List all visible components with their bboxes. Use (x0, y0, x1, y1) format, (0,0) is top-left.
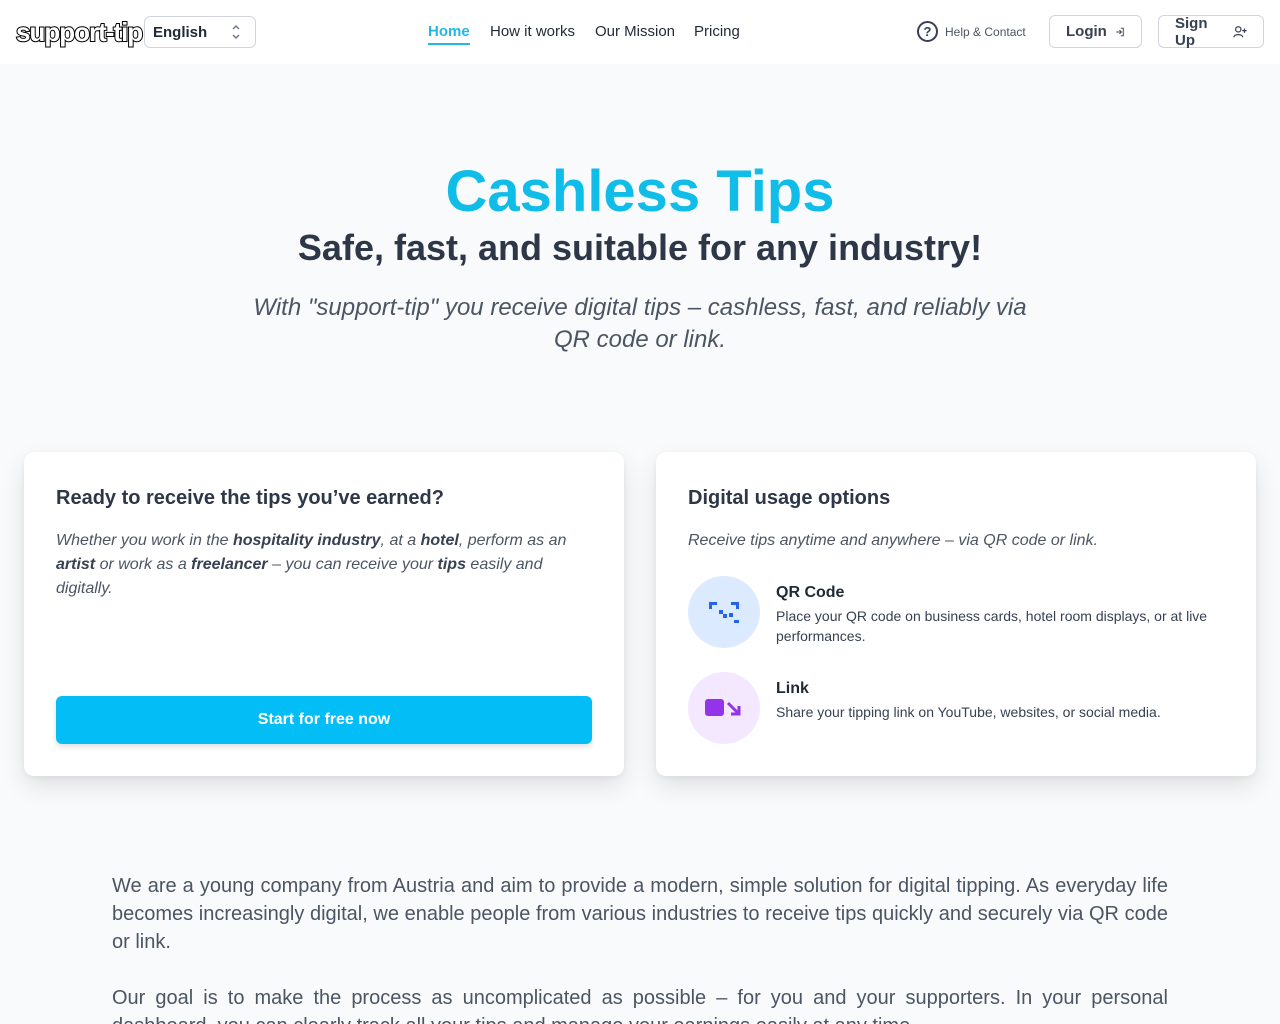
hero-subtitle: Safe, fast, and suitable for any industr… (297, 227, 983, 268)
hero-title: Cashless Tips (445, 159, 835, 224)
qr-code-icon (688, 576, 760, 648)
option-qr-title: QR Code (776, 584, 845, 601)
usage-options-card: Digital usage options Receive tips anyti… (656, 452, 1256, 776)
video-link-icon (688, 672, 760, 744)
login-label: Login (1066, 23, 1107, 40)
option-link: Link Share your tipping link on YouTube,… (688, 672, 1228, 744)
usage-options-title: Digital usage options (688, 487, 891, 509)
option-link-title: Link (776, 680, 809, 697)
ready-card: Ready to receive the tips you’ve earned?… (24, 452, 624, 776)
user-plus-icon (1233, 25, 1247, 37)
language-select[interactable]: English (144, 16, 256, 48)
start-free-button[interactable]: Start for free now (56, 696, 592, 744)
top-navbar: support-tip English Home How it works Ou… (0, 0, 1280, 64)
help-contact-link[interactable]: ? Help & Contact (917, 21, 1026, 42)
hero-description: With "support-tip" you receive digital t… (253, 294, 1027, 353)
nav-our-mission[interactable]: Our Mission (595, 23, 675, 40)
about-paragraph-2: Our goal is to make the process as uncom… (112, 987, 1168, 1024)
question-circle-icon: ? (917, 21, 938, 42)
ready-card-title: Ready to receive the tips you’ve earned? (56, 487, 444, 509)
help-contact-label: Help & Contact (945, 24, 1026, 39)
signup-button[interactable]: Sign Up (1158, 14, 1264, 49)
signup-label: Sign Up (1175, 14, 1208, 49)
login-button[interactable]: Login (1049, 15, 1142, 48)
logo-text: support-tip (15, 16, 144, 48)
about-paragraph-1: We are a young company from Austria and … (112, 875, 1168, 953)
nav-pricing[interactable]: Pricing (694, 23, 740, 40)
nav-how-it-works[interactable]: How it works (490, 23, 575, 40)
nav-home[interactable]: Home (428, 23, 470, 45)
option-qr-code: QR Code Place your QR code on business c… (688, 576, 1228, 648)
option-link-description: Share your tipping link on YouTube, webs… (776, 704, 1161, 720)
login-arrow-icon (1116, 27, 1124, 36)
chevron-up-down-icon (232, 25, 240, 39)
ready-card-intro: Whether you work in the hospitality indu… (56, 532, 567, 597)
usage-options-intro: Receive tips anytime and anywhere – via … (688, 532, 1098, 549)
brand-logo[interactable]: support-tip (15, 16, 144, 48)
language-value: English (153, 23, 208, 41)
option-qr-description: Place your QR code on business cards, ho… (776, 608, 1208, 644)
